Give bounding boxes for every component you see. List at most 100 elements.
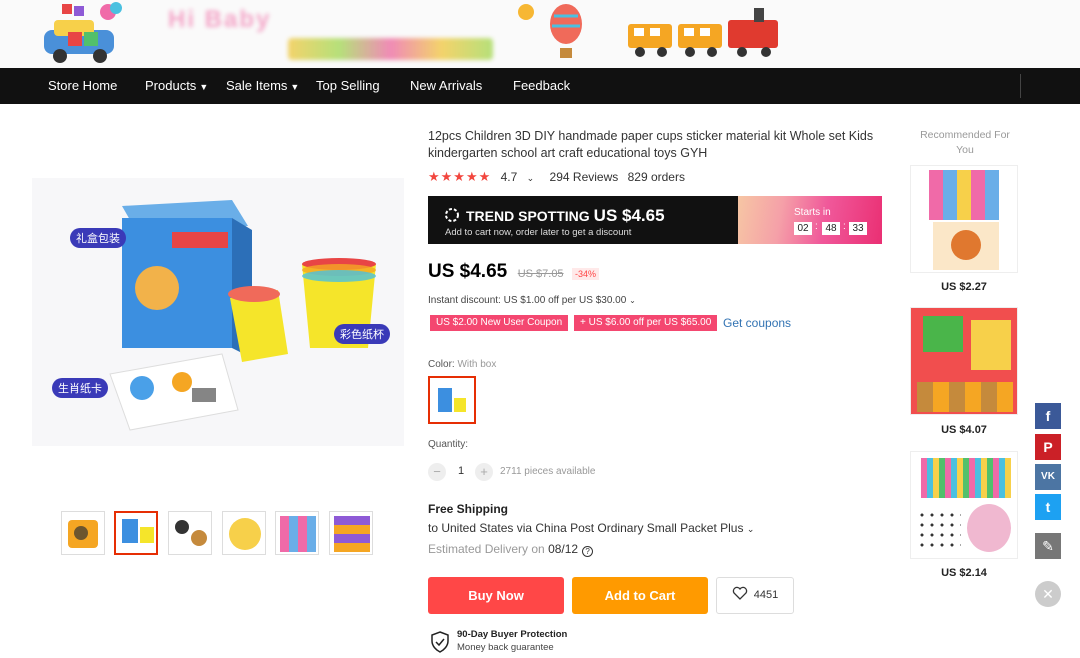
nav-top-selling[interactable]: Top Selling bbox=[316, 68, 380, 104]
quantity-available: 2711 pieces available bbox=[500, 466, 596, 477]
question-icon[interactable]: ? bbox=[582, 546, 594, 557]
estimated-label: Estimated Delivery on bbox=[428, 542, 545, 556]
sparkle-icon bbox=[445, 208, 459, 222]
color-label-text: Color: bbox=[428, 359, 455, 370]
nav-sale-items[interactable]: Sale Items ▼ bbox=[226, 68, 299, 104]
close-icon: ✕ bbox=[1042, 586, 1054, 602]
product-title: 12pcs Children 3D DIY handmade paper cup… bbox=[428, 129, 874, 160]
shipping-destination-text: to United States via China Post Ordinary… bbox=[428, 521, 744, 535]
rating-value[interactable]: 4.7 ⌄ bbox=[501, 170, 541, 184]
add-to-cart-button[interactable]: Add to Cart bbox=[572, 577, 708, 614]
main-product-image[interactable]: 礼盒包装 彩色纸杯 生肖纸卡 bbox=[32, 178, 404, 446]
store-logo: Hi Baby bbox=[168, 6, 272, 33]
original-price: US $7.05 bbox=[517, 268, 564, 280]
chevron-down-icon: ⌄ bbox=[526, 173, 535, 183]
recommended-item[interactable] bbox=[910, 307, 1018, 415]
color-label: Color: With box bbox=[428, 359, 496, 370]
protection-title: 90-Day Buyer Protection bbox=[457, 629, 568, 640]
quantity-increase-button[interactable]: + bbox=[475, 463, 493, 481]
instant-discount[interactable]: Instant discount: US $1.00 off per US $3… bbox=[428, 295, 636, 306]
recommended-item[interactable] bbox=[910, 451, 1018, 559]
heart-icon bbox=[732, 586, 747, 600]
new-user-coupon[interactable]: US $2.00 New User Coupon bbox=[430, 315, 569, 331]
timer-separator: : bbox=[843, 221, 846, 232]
vk-share-button[interactable]: VK bbox=[1035, 464, 1061, 490]
color-value: With box bbox=[457, 359, 497, 370]
nav-divider bbox=[1020, 74, 1021, 98]
promo-title-text: TREND SPOTTING bbox=[466, 208, 590, 224]
recommended-price: US $2.14 bbox=[941, 567, 987, 579]
chevron-down-icon: ▼ bbox=[199, 82, 209, 92]
thumbnail[interactable] bbox=[275, 511, 319, 555]
promo-subtitle: Add to cart now, order later to get a di… bbox=[445, 227, 632, 238]
nav-label: Products bbox=[145, 78, 197, 93]
thumbnail[interactable] bbox=[329, 511, 373, 555]
thumbnail[interactable] bbox=[222, 511, 266, 555]
timer-hours: 02 bbox=[794, 222, 812, 235]
shipping-destination[interactable]: to United States via China Post Ordinary… bbox=[428, 521, 754, 535]
timer-separator: : bbox=[815, 221, 818, 232]
recommended-item[interactable] bbox=[910, 165, 1018, 273]
reviews-link[interactable]: 294 Reviews bbox=[550, 170, 619, 184]
play-icon bbox=[74, 526, 88, 540]
starts-in-label: Starts in bbox=[794, 207, 831, 218]
quantity-decrease-button[interactable]: − bbox=[428, 463, 446, 481]
rating-number: 4.7 bbox=[500, 170, 518, 184]
thumbnail[interactable] bbox=[168, 511, 212, 555]
shipping-title: Free Shipping bbox=[428, 502, 509, 516]
wishlist-button[interactable]: 4451 bbox=[716, 577, 794, 614]
pencil-icon: ✎ bbox=[1042, 538, 1054, 554]
pinterest-share-button[interactable]: P bbox=[1035, 434, 1061, 460]
rating-row: ★★★★★ 4.7 ⌄ 294 Reviews 829 orders bbox=[428, 169, 691, 185]
orders-count: 829 orders bbox=[627, 170, 685, 184]
quantity-value[interactable]: 1 bbox=[458, 465, 464, 477]
estimated-date: 08/12 bbox=[548, 542, 579, 556]
thumbnail[interactable] bbox=[61, 511, 105, 555]
close-share-button[interactable]: ✕ bbox=[1035, 581, 1061, 607]
nav-label: Sale Items bbox=[226, 78, 288, 93]
recommended-title: Recommended For You bbox=[920, 129, 1010, 156]
toy-car-illustration bbox=[44, 2, 122, 63]
color-swatch-with-box[interactable] bbox=[428, 376, 476, 424]
star-rating-icon: ★★★★★ bbox=[428, 169, 492, 184]
image-label-paper-cups: 彩色纸杯 bbox=[334, 324, 390, 344]
twitter-icon: t bbox=[1045, 499, 1051, 515]
twitter-share-button[interactable]: t bbox=[1035, 494, 1061, 520]
nav-products[interactable]: Products ▼ bbox=[145, 68, 208, 104]
store-banner: Hi Baby bbox=[0, 0, 1080, 68]
estimated-delivery: Estimated Delivery on 08/12? bbox=[428, 542, 594, 557]
recommended-price: US $2.27 bbox=[941, 281, 987, 293]
promo-decoration bbox=[738, 196, 882, 244]
balloon-illustration bbox=[518, 4, 582, 58]
shield-check-icon bbox=[431, 631, 449, 653]
quantity-label: Quantity: bbox=[428, 439, 469, 450]
nav-feedback[interactable]: Feedback bbox=[513, 68, 570, 104]
nav-store-home[interactable]: Store Home bbox=[48, 68, 117, 104]
price-row: US $4.65 US $7.05 -34% bbox=[428, 261, 600, 283]
pinterest-icon: P bbox=[1043, 439, 1053, 455]
nav-label: Store Home bbox=[48, 78, 118, 93]
nav-label: Top Selling bbox=[316, 78, 380, 93]
facebook-share-button[interactable]: f bbox=[1035, 403, 1061, 429]
nav-label: New Arrivals bbox=[410, 78, 483, 93]
nav-new-arrivals[interactable]: New Arrivals bbox=[410, 68, 482, 104]
chevron-down-icon: ⌄ bbox=[629, 296, 636, 305]
promo-title: TREND SPOTTING US $4.65 bbox=[466, 206, 665, 226]
promo-price: US $4.65 bbox=[593, 206, 665, 225]
discount-badge: -34% bbox=[572, 268, 600, 280]
image-label-zodiac-card: 生肖纸卡 bbox=[52, 378, 108, 398]
thumbnail-active[interactable] bbox=[114, 511, 158, 555]
image-label-gift-box: 礼盒包装 bbox=[70, 228, 126, 248]
store-slogan bbox=[288, 38, 493, 60]
wishlist-count: 4451 bbox=[753, 589, 779, 601]
vk-icon: VK bbox=[1041, 471, 1055, 482]
store-coupon[interactable]: + US $6.00 off per US $65.00 bbox=[574, 315, 718, 331]
get-coupons-link[interactable]: Get coupons bbox=[723, 316, 791, 330]
chevron-down-icon: ⌄ bbox=[746, 524, 755, 534]
edit-button[interactable]: ✎ bbox=[1035, 533, 1061, 559]
train-illustration bbox=[628, 8, 778, 57]
recommended-price: US $4.07 bbox=[941, 424, 987, 436]
timer-minutes: 48 bbox=[822, 222, 840, 235]
nav-label: Feedback bbox=[513, 78, 571, 93]
buy-now-button[interactable]: Buy Now bbox=[428, 577, 564, 614]
